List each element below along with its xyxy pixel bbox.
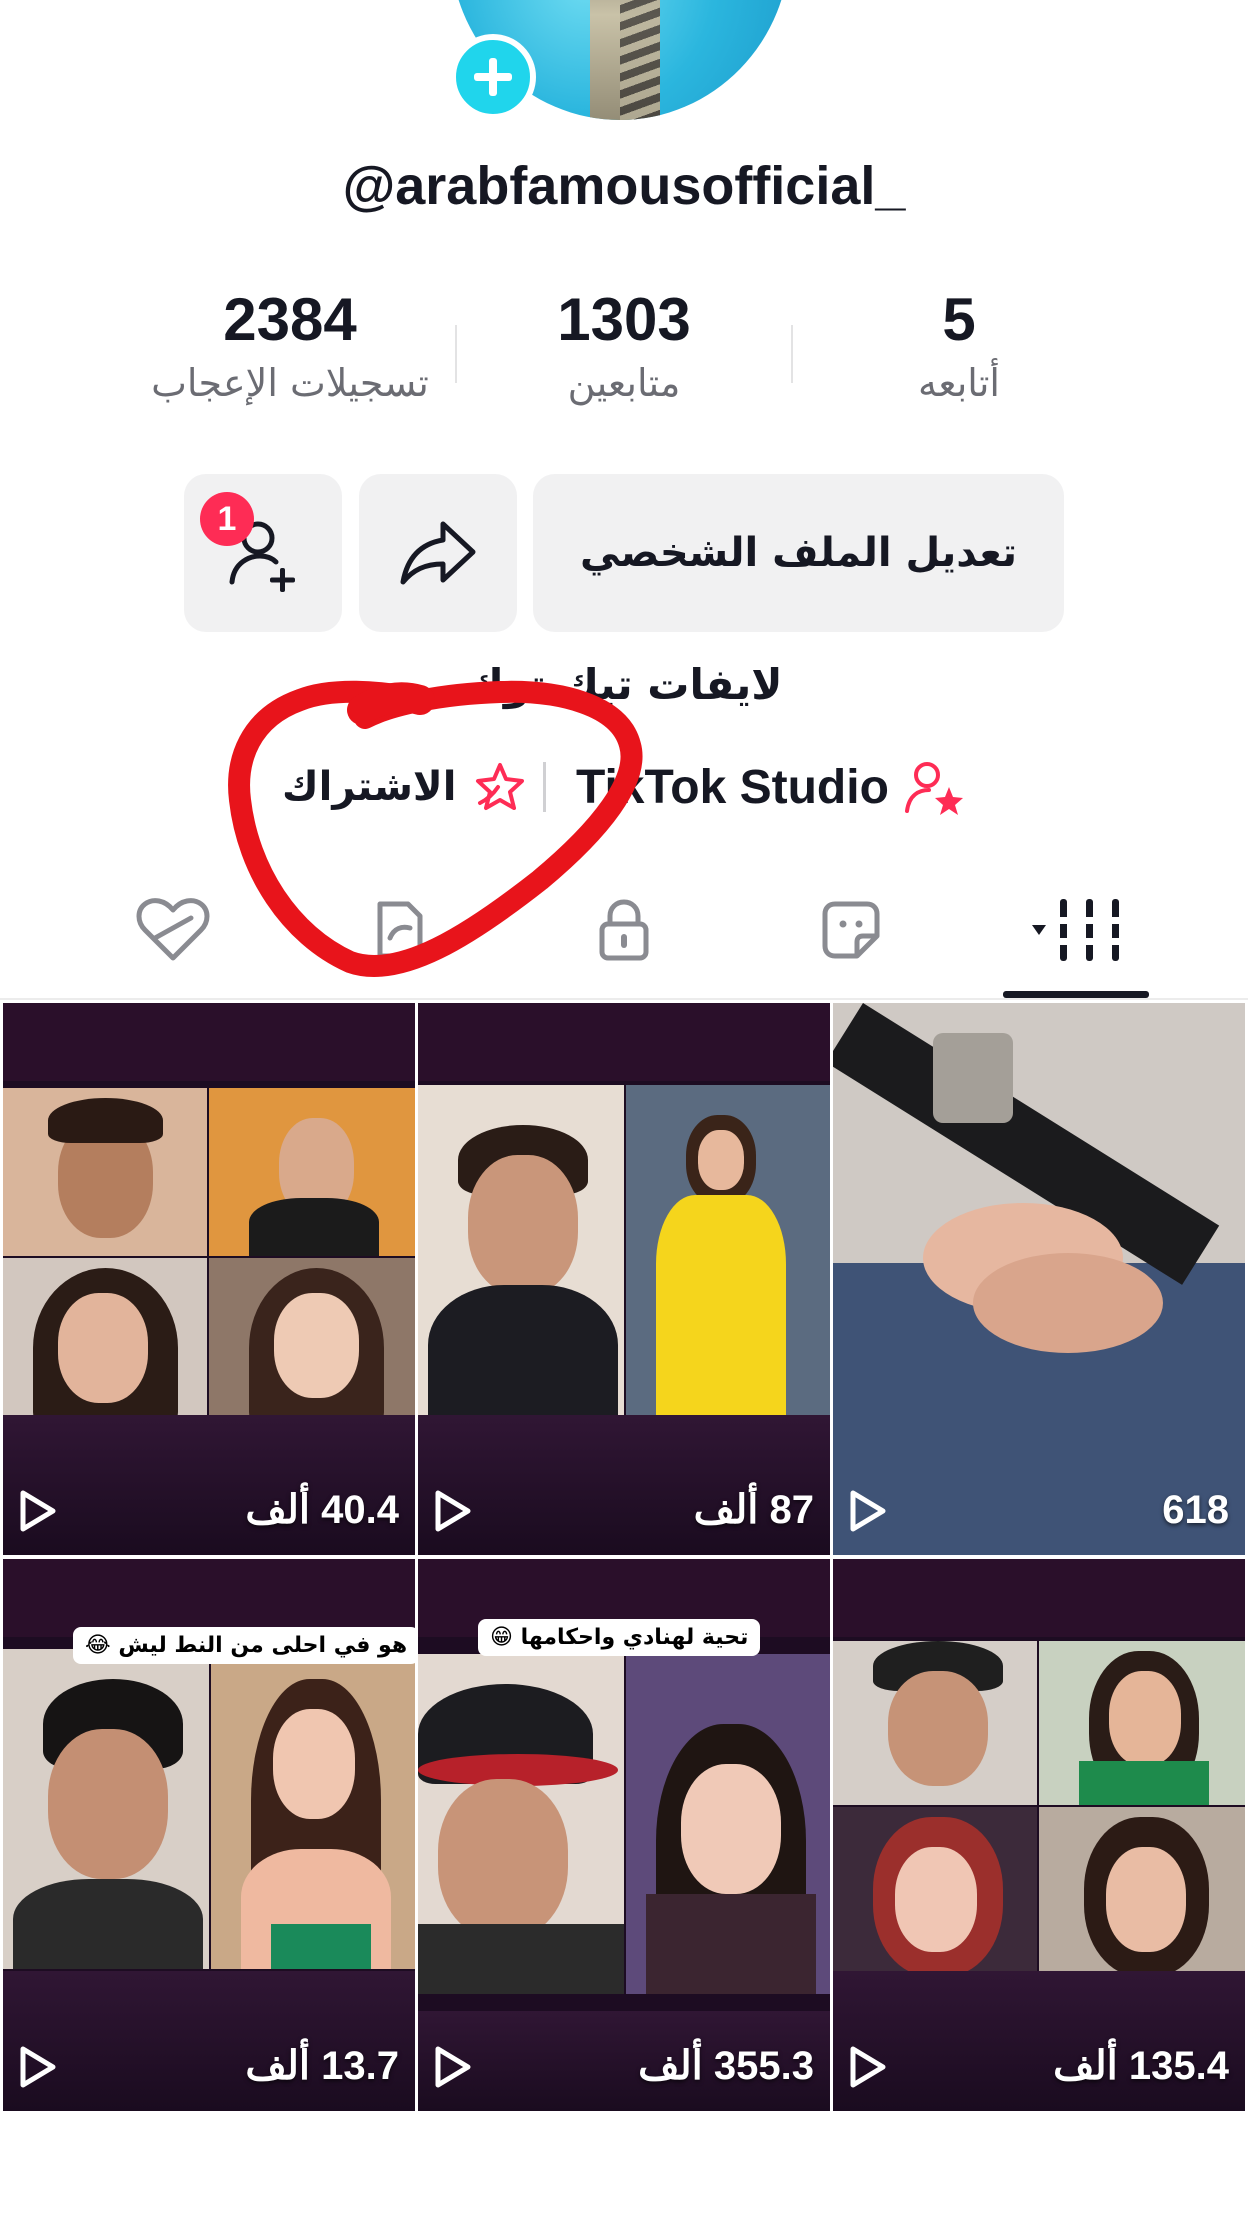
subscription-label: الاشتراك: [282, 764, 457, 810]
play-icon: [435, 1490, 471, 1532]
repost-icon: [377, 901, 423, 959]
tabs-divider: [0, 998, 1248, 1000]
followers-stat[interactable]: 1303 متابعين: [444, 285, 804, 405]
tab-videos[interactable]: [1020, 890, 1140, 970]
liked-heart-icon: [136, 898, 210, 961]
view-count: 87 ألف: [693, 1488, 814, 1532]
username: @arabfamousofficial_: [342, 156, 906, 216]
creator-star-icon: [904, 762, 963, 815]
profile-bio: لايفات تيك توك: [465, 660, 783, 709]
plus-icon: [474, 58, 512, 96]
share-profile-button[interactable]: [359, 474, 517, 632]
play-icon: [20, 2046, 56, 2088]
share-arrow-icon: [400, 521, 476, 585]
subscription-star-icon: [476, 763, 525, 810]
video-caption: تحية لهنادي واحكامها 😁: [478, 1619, 761, 1656]
add-friends-button[interactable]: [184, 474, 342, 632]
followers-count: 1303: [557, 286, 691, 353]
view-count: 618: [1162, 1488, 1229, 1532]
tab-liked[interactable]: [128, 890, 218, 970]
video-caption: هو في احلى من النط ليش 😂: [73, 1627, 415, 1664]
edit-profile-button[interactable]: تعديل الملف الشخصي: [533, 474, 1064, 632]
play-icon: [850, 1490, 886, 1532]
followers-label: متابعين: [567, 361, 681, 405]
video-thumbnail[interactable]: 618: [833, 1003, 1245, 1555]
play-icon: [20, 1490, 56, 1532]
view-count: 135.4 ألف: [1053, 2044, 1229, 2088]
add-story-button[interactable]: [450, 34, 536, 120]
tab-stickers[interactable]: [806, 890, 896, 970]
video-thumbnail[interactable]: 87 ألف: [418, 1003, 830, 1555]
view-count: 13.7 ألف: [245, 2044, 399, 2088]
subscription-link[interactable]: الاشتراك: [282, 752, 530, 822]
grid-icon: [1032, 899, 1126, 961]
lock-icon: [599, 899, 649, 961]
play-icon: [435, 2046, 471, 2088]
tiktok-studio-link[interactable]: TikTok Studio: [576, 752, 965, 822]
video-thumbnail[interactable]: تحية لهنادي واحكامها 😁 355.3 ألف: [418, 1559, 830, 2111]
edit-profile-label: تعديل الملف الشخصي: [580, 530, 1017, 576]
sticker-icon: [822, 901, 880, 959]
following-label: أتابعه: [918, 361, 1000, 405]
following-count: 5: [942, 286, 976, 353]
active-tab-indicator: [1003, 991, 1149, 998]
likes-count: 2384: [223, 286, 357, 353]
video-thumbnail[interactable]: 135.4 ألف: [833, 1559, 1245, 2111]
video-thumbnail[interactable]: 40.4 ألف: [3, 1003, 415, 1555]
likes-stat[interactable]: 2384 تسجيلات الإعجاب: [110, 285, 470, 405]
view-count: 40.4 ألف: [245, 1488, 399, 1532]
tab-reposts[interactable]: [355, 890, 445, 970]
following-stat[interactable]: 5 أتابعه: [779, 285, 1139, 405]
notification-badge: 1: [200, 492, 254, 546]
play-icon: [850, 2046, 886, 2088]
view-count: 355.3 ألف: [638, 2044, 814, 2088]
video-thumbnail[interactable]: هو في احلى من النط ليش 😂 13.7 ألف: [3, 1559, 415, 2111]
tab-private[interactable]: [579, 890, 669, 970]
tiktok-studio-label: TikTok Studio: [576, 760, 889, 814]
likes-label: تسجيلات الإعجاب: [151, 361, 429, 405]
link-divider: [543, 762, 546, 812]
